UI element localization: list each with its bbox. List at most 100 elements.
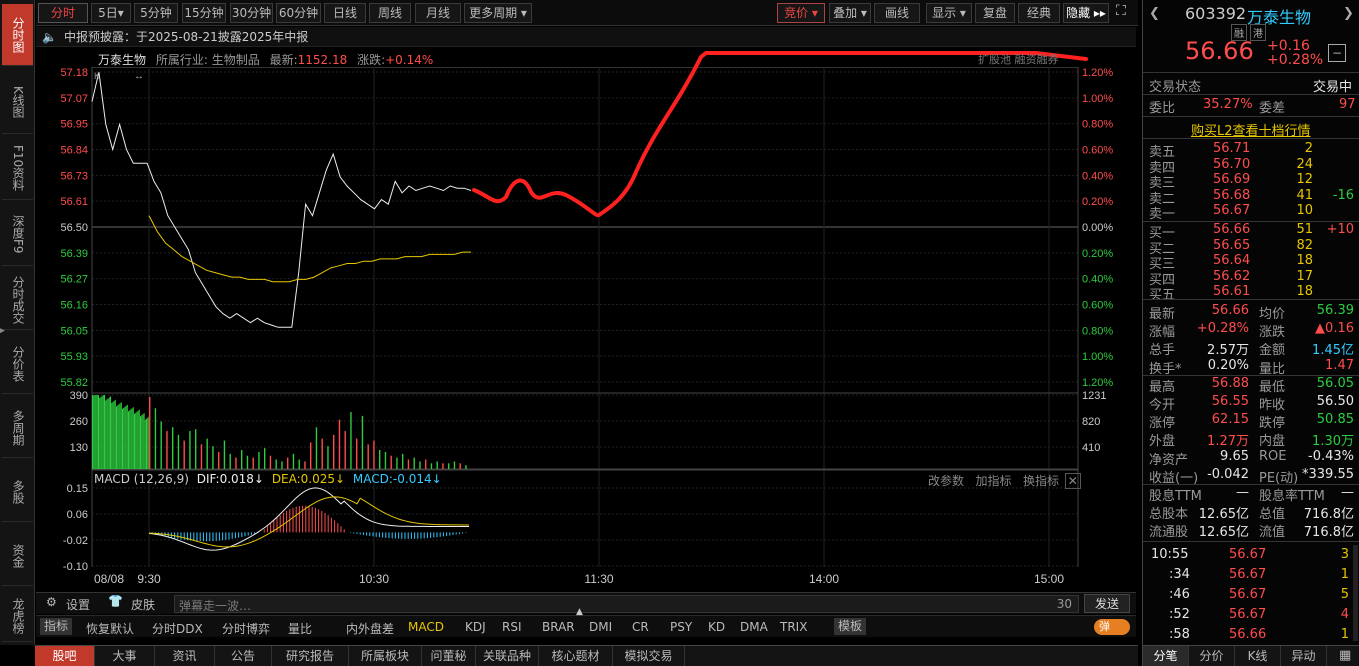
- left-nav-item-6[interactable]: 多周期: [2, 398, 33, 458]
- switch-indicator-link[interactable]: 换指标: [1023, 474, 1059, 488]
- indicator-tab-14[interactable]: DMA: [740, 620, 768, 634]
- minimize-button[interactable]: −: [1328, 44, 1346, 62]
- toolbar-right-3[interactable]: 显示 ▾: [926, 3, 972, 23]
- period-tab-0[interactable]: 分时: [38, 3, 88, 23]
- tick-scrollbar[interactable]: [1353, 545, 1358, 641]
- left-nav-item-7[interactable]: 多股: [2, 462, 33, 522]
- toolbar-right-4[interactable]: 复盘: [975, 3, 1015, 23]
- bottom-tab-3[interactable]: 公告: [215, 646, 272, 666]
- stat-value: 1.45亿: [1312, 343, 1354, 359]
- bottom-tab-5[interactable]: 所属板块: [349, 646, 422, 666]
- period-tab-4[interactable]: 30分钟: [230, 3, 273, 23]
- left-nav-item-9[interactable]: 龙虎榜: [2, 590, 33, 642]
- intraday-chart[interactable]: 57.18 1.20% 57.07 1.00% 56.95 0.80% 56.84 0.60%…: [36, 47, 1138, 592]
- bottom-tab-6[interactable]: 问董秘: [422, 646, 476, 666]
- gear-icon[interactable]: ⚙: [46, 595, 57, 609]
- period-tab-2[interactable]: 5分钟: [134, 3, 178, 23]
- edit-params-link[interactable]: 改参数: [928, 474, 964, 488]
- indicator-tab-5[interactable]: 内外盘差: [346, 620, 394, 637]
- book-change: -16: [1332, 187, 1354, 203]
- right-tab-3[interactable]: 异动: [1281, 646, 1327, 666]
- right-tab-0[interactable]: 分笔: [1143, 646, 1189, 666]
- indicator-tab-8[interactable]: RSI: [502, 620, 522, 634]
- fullscreen-icon[interactable]: ⛶: [1116, 3, 1126, 19]
- indicator-tab-15[interactable]: TRIX: [780, 620, 807, 634]
- indicator-tab-0[interactable]: 指标: [40, 618, 73, 635]
- volume-bar: [448, 463, 450, 469]
- stat-value: 2.57万: [1207, 343, 1249, 359]
- industry: 生物制品: [211, 53, 260, 67]
- left-nav-item-3[interactable]: 深度F9: [2, 204, 33, 266]
- period-tab-8[interactable]: 月线: [415, 3, 461, 23]
- notice-bar[interactable]: 🔈 中报预披露：于2025-08-21披露2025年中报: [36, 27, 1136, 47]
- l2-link[interactable]: 购买L2查看十档行情: [1191, 120, 1311, 139]
- left-nav-item-8[interactable]: 资金: [2, 526, 33, 586]
- settings-button[interactable]: 设置: [66, 596, 90, 613]
- collapse-arrow-icon[interactable]: ▶: [0, 326, 5, 336]
- send-button[interactable]: 发送: [1084, 594, 1130, 613]
- prev-stock-icon[interactable]: ❮: [1149, 6, 1160, 21]
- stat-value: 1.30万: [1312, 434, 1354, 450]
- indicator-tab-3[interactable]: 分时博弈: [222, 620, 270, 637]
- book-price: 56.67: [1213, 203, 1251, 219]
- header-links[interactable]: 扩股池 融资融券: [978, 51, 1059, 67]
- chart-area[interactable]: 57.18 1.20% 57.07 1.00% 56.95 0.80% 56.84 0.60%…: [36, 47, 1138, 592]
- bottom-tab-2[interactable]: 资讯: [155, 646, 215, 666]
- left-nav-item-5[interactable]: 分价表: [2, 334, 33, 394]
- indicator-tab-9[interactable]: BRAR: [542, 620, 575, 634]
- volume-bar: [136, 411, 138, 469]
- skin-button[interactable]: 皮肤: [131, 596, 155, 613]
- book-price: 56.64: [1213, 253, 1251, 269]
- left-nav-item-0[interactable]: 分时图: [2, 4, 33, 66]
- indicator-tab-10[interactable]: DMI: [589, 620, 612, 634]
- toolbar-right-1[interactable]: 叠加 ▾: [829, 3, 871, 23]
- next-stock-icon[interactable]: ❯: [1343, 6, 1354, 21]
- period-tab-7[interactable]: 周线: [369, 3, 411, 23]
- left-nav-item-1[interactable]: K线图: [2, 70, 33, 134]
- indicator-tab-6[interactable]: MACD: [408, 620, 444, 634]
- add-indicator-link[interactable]: 加指标: [975, 474, 1011, 488]
- current-price: 56.66: [1185, 37, 1254, 65]
- price-tick-label: 56.61: [60, 196, 88, 208]
- grid-icon[interactable]: ▦: [1339, 648, 1351, 663]
- stat-value: 56.55: [1211, 394, 1249, 409]
- bottom-tab-0[interactable]: 股吧: [35, 646, 95, 666]
- indicator-tab-4[interactable]: 量比: [288, 620, 312, 637]
- bottom-tab-1[interactable]: 大事: [95, 646, 155, 666]
- toolbar-right-5[interactable]: 经典: [1018, 3, 1060, 23]
- book-volume: 18: [1296, 253, 1313, 269]
- volume-bar: [350, 412, 352, 469]
- period-tab-5[interactable]: 60分钟: [276, 3, 321, 23]
- right-tab-1[interactable]: 分价: [1189, 646, 1235, 666]
- bottom-tab-4[interactable]: 研究报告: [272, 646, 349, 666]
- indicator-tab-2[interactable]: 分时DDX: [152, 620, 203, 637]
- skin-icon[interactable]: 👕: [108, 594, 123, 608]
- close-icon[interactable]: ✕: [1064, 473, 1081, 489]
- expand-icon[interactable]: ↔: [134, 71, 144, 82]
- indicator-tab-11[interactable]: CR: [632, 620, 649, 634]
- indicator-tab-1[interactable]: 恢复默认: [86, 620, 134, 637]
- toolbar-right-6[interactable]: 隐藏 ▸▸: [1063, 3, 1109, 23]
- expand-up-icon[interactable]: ▲: [576, 607, 583, 617]
- bottom-tab-7[interactable]: 关联品种: [476, 646, 539, 666]
- indicator-tab-16[interactable]: 模板: [834, 618, 867, 635]
- drawn-annotation-line: [472, 51, 1088, 218]
- indicator-tab-13[interactable]: KD: [708, 620, 725, 634]
- bottom-tab-9[interactable]: 模拟交易: [613, 646, 685, 666]
- left-nav-item-4[interactable]: 分时成交: [2, 270, 33, 330]
- indicator-tab-7[interactable]: KDJ: [465, 620, 486, 634]
- toolbar-right-2[interactable]: 画线: [874, 3, 920, 23]
- right-tab-2[interactable]: K线: [1235, 646, 1281, 666]
- period-tab-1[interactable]: 5日▾: [91, 3, 131, 23]
- danmu-input[interactable]: 弹幕走一波… 30: [174, 595, 1079, 613]
- k-icon[interactable]: K: [94, 71, 100, 81]
- period-tab-3[interactable]: 15分钟: [182, 3, 226, 23]
- bottom-tab-8[interactable]: 核心题材: [539, 646, 613, 666]
- toolbar-right-0[interactable]: 竞价 ▾: [777, 3, 825, 23]
- period-tab-6[interactable]: 日线: [324, 3, 366, 23]
- danmu-toggle[interactable]: 弹: [1094, 619, 1130, 635]
- indicator-tab-12[interactable]: PSY: [670, 620, 692, 634]
- stat-label: 今开: [1149, 398, 1176, 413]
- period-tab-9[interactable]: 更多周期 ▾: [464, 3, 532, 23]
- left-nav-item-2[interactable]: F10资料: [2, 138, 33, 200]
